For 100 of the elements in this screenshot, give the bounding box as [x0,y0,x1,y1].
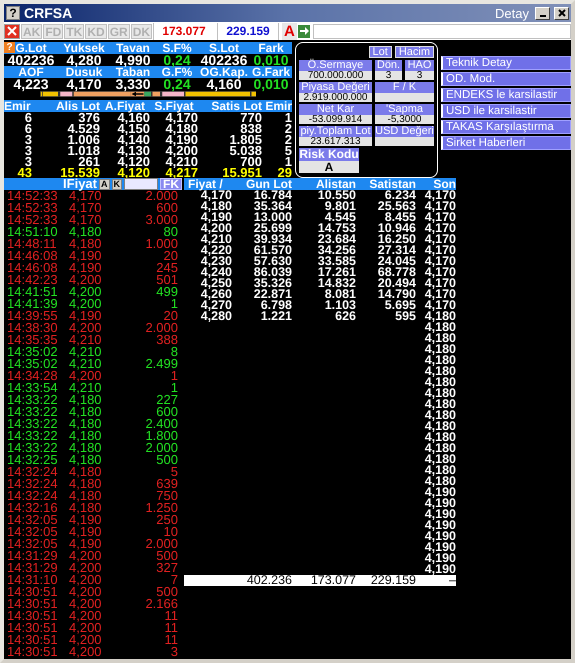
lot-text: 20 [164,250,178,262]
price-text: 4,190 [69,310,103,322]
filter-button[interactable]: K [112,178,122,190]
table-cell-text: 14.832 [316,278,356,289]
action-button[interactable]: TAKAS Karşılaştırma [441,120,571,134]
table-cell-text: 626 [335,311,356,322]
table-cell-text: 33.585 [316,256,356,267]
table-cell-text: 4,170 [424,212,456,223]
table-cell-text: 4,180 [424,465,456,476]
table-cell-text: 4,170 [424,300,456,311]
help-button[interactable]: ? [4,42,15,53]
price-text: 4,170 [69,202,103,214]
time-text: 14:51:10 [7,226,59,238]
time-text: 14:32:24 [7,466,59,478]
table-cell-text: 35.326 [252,278,292,289]
table-cell-text: 8.081 [324,289,356,300]
table-cell-text: 4.529 [66,123,100,134]
action-button[interactable]: OD. Mod. [441,72,571,86]
input-field[interactable] [124,178,158,190]
lot-text: 2.000 [144,190,178,202]
price-text: 4,200 [69,370,103,382]
table-cell-text: 10.946 [376,223,416,234]
price-text: 4,180 [69,430,103,442]
time-text: 14:33:22 [7,430,59,442]
value-text: 3,330 [115,78,151,90]
table-cell-text: 4,180 [200,201,232,212]
field-label: F / K [375,82,434,93]
value-field: 2.919.000.000 [299,93,372,102]
price-text: 4,190 [69,514,103,526]
lot-text: 11 [164,634,178,646]
close-icon [558,9,566,17]
column-header: A.Fiyat [104,100,145,112]
price-text: 4,170 [69,190,103,202]
lot-text: 8 [170,346,178,358]
table-cell-text: 39.934 [252,234,292,245]
filter-button[interactable]: A [99,178,110,190]
minimize-button[interactable] [535,6,550,20]
time-text: 14:30:51 [7,646,59,658]
table-cell-text: 4,170 [424,190,456,201]
total-cell-text: 4,217 [165,167,198,178]
fk-button[interactable]: FK [160,178,182,190]
lot-text: 2.000 [144,442,178,454]
table-cell-text: 4,170 [200,190,232,201]
action-button[interactable]: Sirket Haberleri [441,136,571,150]
table-cell-text: 4,180 [424,454,456,465]
action-button[interactable]: USD ile karsilastir [441,104,571,118]
detail-label: Detay [495,6,529,20]
table-cell-text: 4,210 [164,156,198,167]
table-cell-text: 4,230 [200,256,232,267]
table-cell-text: 261 [78,156,100,167]
sell-total-field: 229.159 [217,22,280,40]
field-label: USD Değeri [375,126,434,137]
table-cell-text: 3 [24,134,32,145]
column-header: S.Lot [209,42,239,54]
table-cell-text: 35.364 [252,201,292,212]
help-button[interactable]: ? [6,6,20,20]
value-text: 4,223 [13,78,49,90]
time-text: 14:32:05 [7,514,59,526]
lot-text: 600 [156,406,178,418]
time-text: 14:46:08 [7,262,59,274]
value-field: 700.000.000 [299,71,372,80]
table-cell-text: 5 [284,145,292,156]
table-cell-text: 22.871 [252,289,292,300]
time-text: 14:42:23 [7,274,59,286]
lot-text: 1.250 [144,502,178,514]
toggle-button[interactable]: Hacim [394,46,434,58]
table-cell-text: 27.314 [376,245,416,256]
time-text: 14:41:51 [7,286,59,298]
table-cell-text: 4,190 [424,509,456,520]
price-text: 4,170 [69,214,103,226]
time-text: 14:34:28 [7,370,59,382]
table-cell-text: 24.045 [376,256,416,267]
lot-text: 3 [170,646,178,658]
total-cell-text: 229.159 [370,575,416,586]
table-cell-text: 4,180 [424,476,456,487]
column-header: Yuksek [63,42,105,54]
time-text: 14:30:51 [7,598,59,610]
toggle-button[interactable]: Lot [368,46,392,58]
time-text: 14:33:54 [7,382,59,394]
table-cell-text: 4,190 [200,212,232,223]
column-header: S.Fiyat [153,100,194,112]
table-cell-text: 25.699 [252,223,292,234]
table-cell-text: 4,180 [424,333,456,344]
action-button[interactable]: ENDEKS le karsilastir [441,88,571,102]
go-button[interactable] [298,24,310,38]
input-field[interactable] [312,24,571,38]
value-text: 0,24 [163,54,191,66]
time-text: 14:30:51 [7,610,59,622]
value-field: 23.617.313 [299,137,372,146]
value-text: 402236 [8,54,54,66]
time-text: 14:32:24 [7,490,59,502]
price-text: 4,200 [69,586,103,598]
lot-text: 2.166 [144,598,178,610]
price-text: 4,210 [69,334,103,346]
time-text: 14:30:51 [7,634,59,646]
total-cell-text: 402.236 [246,575,292,586]
table-cell-text: 4,190 [424,542,456,553]
action-button[interactable]: Teknik Detay [441,56,571,70]
total-cell-text: 15.539 [59,167,100,178]
time-text: 14:32:16 [7,502,59,514]
